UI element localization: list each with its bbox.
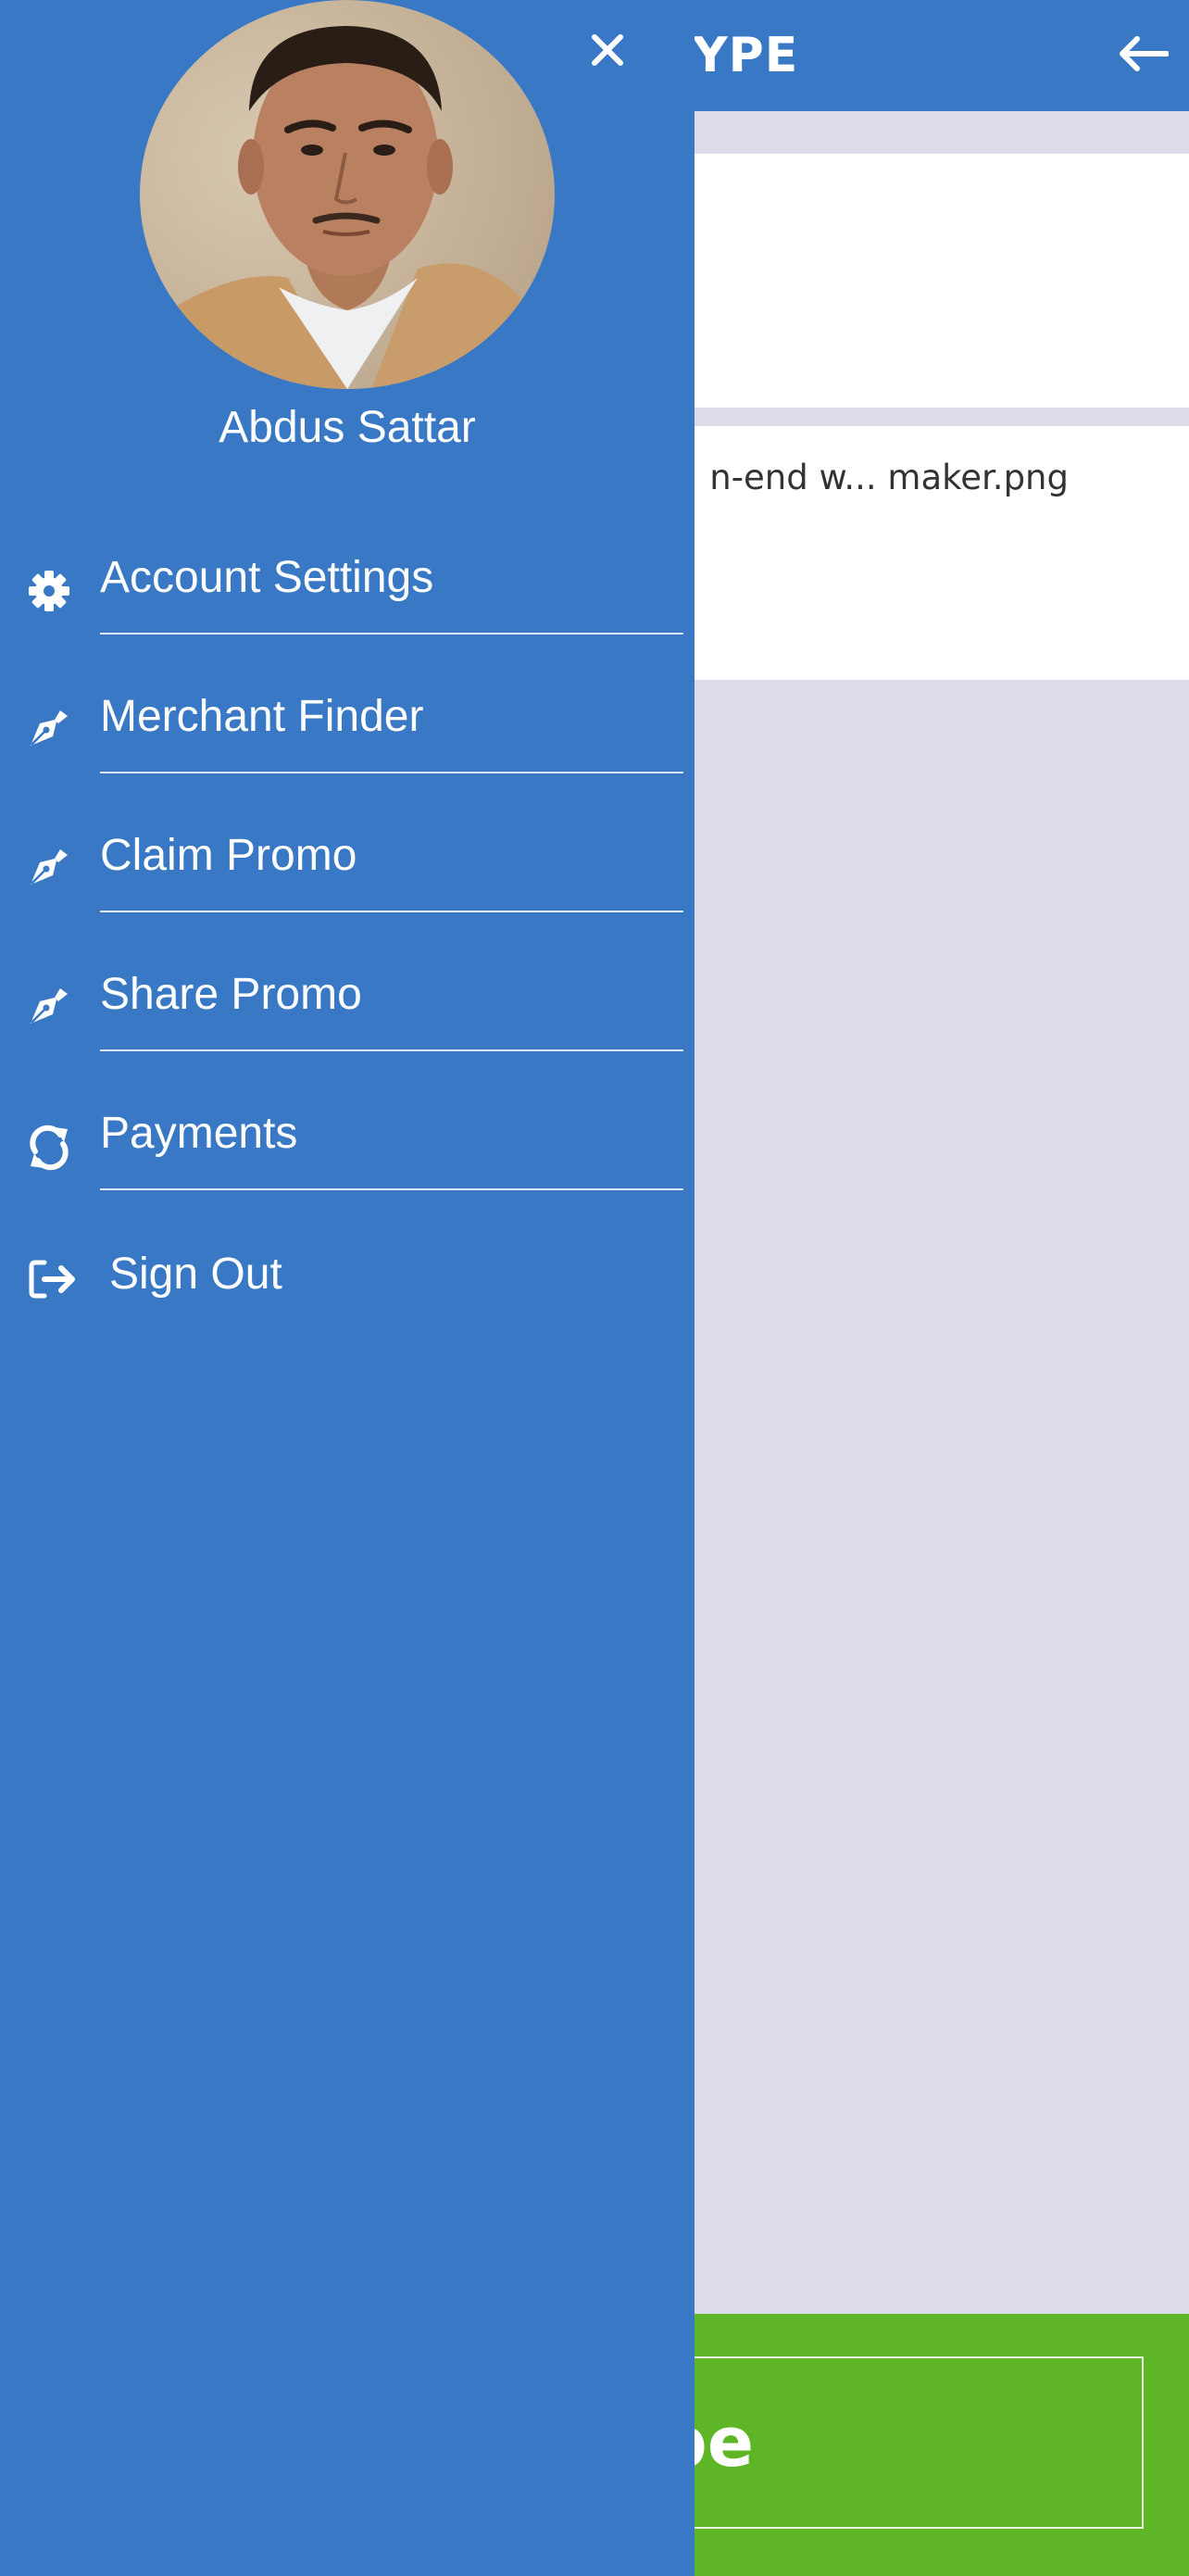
sign-out-icon [28, 1254, 78, 1304]
menu-divider [100, 1188, 683, 1190]
close-icon[interactable] [585, 28, 630, 72]
menu-label-sign-out: Sign Out [109, 1250, 282, 1299]
refresh-icon [24, 1123, 74, 1173]
menu-item-share-promo[interactable]: Share Promo [0, 954, 695, 1093]
menu-divider [100, 1049, 683, 1051]
pen-nib-icon [24, 980, 74, 1030]
menu-label-account-settings: Account Settings [100, 553, 434, 602]
menu-divider [100, 911, 683, 912]
menu-item-account-settings[interactable]: Account Settings [0, 537, 695, 676]
navigation-drawer: Abdus Sattar Account Settings Merchant F… [0, 0, 695, 2576]
user-name: Abdus Sattar [219, 403, 476, 452]
back-arrow-icon[interactable] [1115, 28, 1170, 80]
menu-divider [100, 772, 683, 773]
pen-nib-icon [24, 841, 74, 891]
menu-item-sign-out[interactable]: Sign Out [0, 1232, 695, 1371]
menu-label-share-promo: Share Promo [100, 970, 362, 1019]
menu-label-merchant-finder: Merchant Finder [100, 692, 424, 741]
pen-nib-icon [24, 702, 74, 752]
menu-item-claim-promo[interactable]: Claim Promo [0, 815, 695, 954]
menu-label-payments: Payments [100, 1109, 298, 1158]
avatar[interactable] [140, 0, 555, 389]
menu-divider [100, 633, 683, 635]
page-title: YPE [693, 28, 799, 83]
gear-icon [24, 566, 74, 616]
menu-item-payments[interactable]: Payments [0, 1093, 695, 1232]
menu-label-claim-promo: Claim Promo [100, 831, 357, 880]
menu-item-merchant-finder[interactable]: Merchant Finder [0, 676, 695, 815]
